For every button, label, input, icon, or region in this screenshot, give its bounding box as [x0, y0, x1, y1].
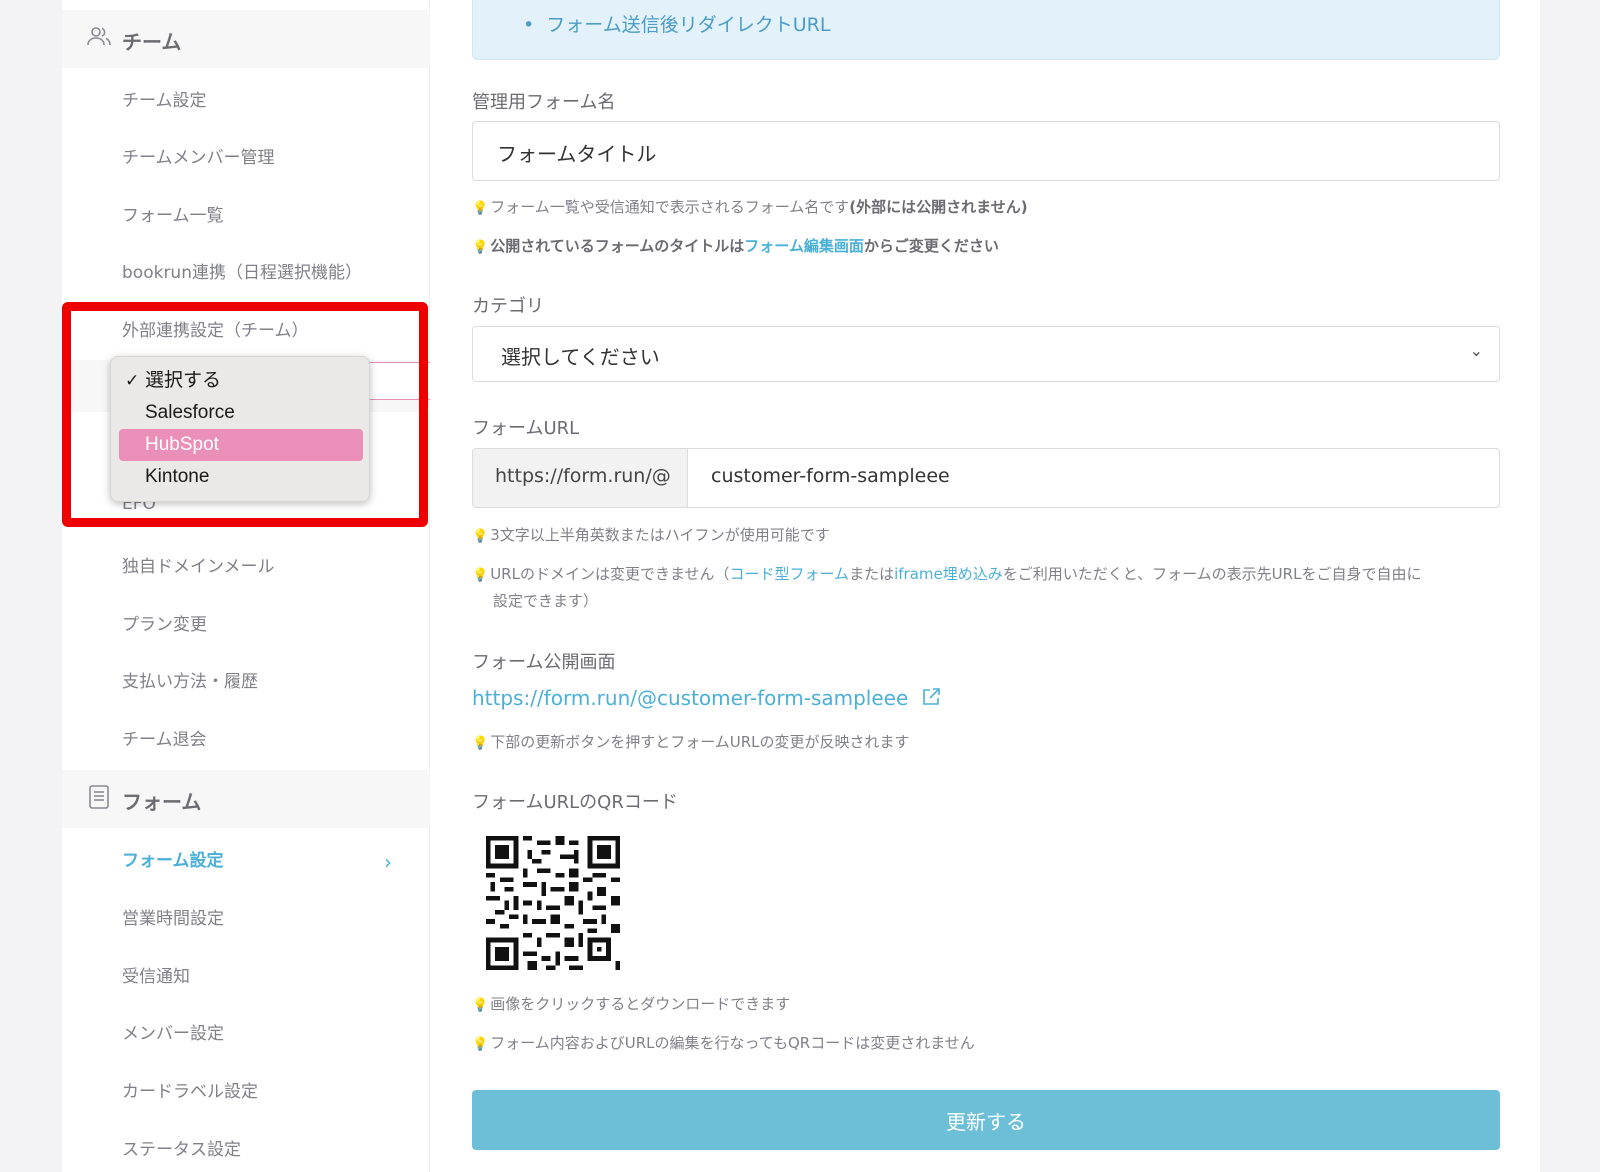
chevron-down-icon: ⌄: [1469, 341, 1483, 360]
qr-label: フォームURLのQRコード: [472, 792, 678, 813]
sidebar-item-custom-domain-mail[interactable]: 独自ドメインメール: [122, 552, 275, 577]
info-bullet: • フォーム送信後リダイレクトURL: [523, 14, 831, 36]
dropdown-option-kintone[interactable]: Kintone: [119, 461, 363, 493]
checkmark-icon: ✓: [125, 371, 140, 390]
form-edit-link[interactable]: フォーム編集画面: [744, 237, 864, 255]
sidebar-item-plan-change[interactable]: プラン変更: [122, 610, 207, 635]
sidebar-item-form-list[interactable]: フォーム一覧: [122, 201, 224, 226]
sidebar-item-payment[interactable]: 支払い方法・履歴: [122, 667, 258, 692]
form-section-title: フォーム: [122, 790, 202, 814]
info-bullet-text: フォーム送信後リダイレクトURL: [546, 14, 831, 36]
admin-form-name-value: フォームタイトル: [497, 142, 657, 166]
public-page-hint: 💡 下部の更新ボタンを押すとフォームURLの変更が反映されます: [472, 731, 910, 752]
sidebar-item-notifications[interactable]: 受信通知: [122, 962, 190, 987]
dropdown-option-label: Kintone: [145, 466, 210, 487]
public-form-link[interactable]: https://form.run/@customer-form-sampleee: [472, 686, 941, 710]
iframe-embed-link[interactable]: iframe埋め込み: [894, 565, 1003, 583]
form-url-hint-2-line2: 設定できます）: [493, 592, 599, 610]
dropdown-option-label: 選択する: [145, 370, 222, 391]
form-url-prefix: https://form.run/@: [473, 449, 688, 507]
form-url-hint-2: 💡 URLのドメインは変更できません（コード型フォームまたはiframe埋め込みを…: [472, 563, 1421, 584]
update-button[interactable]: 更新する: [472, 1090, 1500, 1150]
integration-dropdown-menu: ✓ 選択する Salesforce HubSpot Kintone: [110, 356, 370, 502]
form-url-input-group: https://form.run/@ customer-form-samplee…: [472, 448, 1500, 508]
external-link-icon: [922, 688, 940, 705]
hint-text: または: [849, 565, 895, 583]
category-label: カテゴリ: [472, 296, 544, 317]
lightbulb-icon: 💡: [472, 568, 489, 583]
document-icon: [89, 785, 109, 809]
hint-text: URLのドメインは変更できません（: [490, 565, 730, 583]
admin-form-name-hint: 💡 フォーム一覧や受信通知で表示されるフォーム名です(外部には公開されません): [472, 196, 1028, 217]
sidebar: チーム チーム設定 チームメンバー管理 フォーム一覧 bookrun連携（日程選…: [62, 0, 442, 1172]
dropdown-option-hubspot[interactable]: HubSpot: [119, 429, 363, 461]
form-url-hint-1: 💡 3文字以上半角英数またはハイフンが使用可能です: [472, 524, 830, 545]
public-page-label: フォーム公開画面: [472, 652, 616, 673]
hint-text: からご変更ください: [863, 237, 999, 255]
hint-text: 画像をクリックするとダウンロードできます: [490, 995, 791, 1013]
hint-text: 公開されているフォームのタイトルは: [490, 237, 745, 255]
lightbulb-icon: 💡: [472, 998, 489, 1013]
team-section-title: チーム: [122, 30, 182, 54]
sidebar-item-team-leave[interactable]: チーム退会: [122, 725, 207, 750]
hint-bold-text: (外部には公開されません): [849, 198, 1028, 216]
form-url-input[interactable]: customer-form-sampleee: [711, 465, 950, 487]
lightbulb-icon: 💡: [472, 736, 489, 751]
dropdown-option-label: HubSpot: [145, 434, 219, 455]
admin-form-name-input[interactable]: フォームタイトル: [472, 121, 1500, 181]
dropdown-option-label: Salesforce: [145, 402, 235, 423]
sidebar-item-bookrun[interactable]: bookrun連携（日程選択機能）: [122, 258, 362, 283]
sidebar-item-card-label[interactable]: カードラベル設定: [122, 1077, 258, 1102]
info-box: • フォーム送信後リダイレクトURL: [472, 0, 1500, 60]
form-section-header: フォーム: [62, 770, 430, 828]
lightbulb-icon: 💡: [472, 1037, 489, 1052]
hint-text: 3文字以上半角英数またはハイフンが使用可能です: [490, 526, 830, 544]
lightbulb-icon: 💡: [472, 529, 489, 544]
form-url-label: フォームURL: [472, 418, 580, 439]
public-title-hint: 💡 公開されているフォームのタイトルはフォーム編集画面からご変更ください: [472, 235, 999, 256]
team-section-header: チーム: [62, 10, 430, 68]
qr-code-image[interactable]: [486, 836, 620, 970]
sidebar-item-form-settings[interactable]: フォーム設定: [122, 846, 224, 871]
dropdown-option-salesforce[interactable]: Salesforce: [119, 397, 363, 429]
hint-text: 下部の更新ボタンを押すとフォームURLの変更が反映されます: [490, 733, 910, 751]
category-value: 選択してください: [501, 345, 660, 369]
hint-text: フォーム一覧や受信通知で表示されるフォーム名です: [490, 198, 850, 216]
dropdown-option-select[interactable]: ✓ 選択する: [119, 365, 363, 397]
hint-text: フォーム内容およびURLの編集を行なってもQRコードは変更されません: [490, 1034, 975, 1052]
code-form-link[interactable]: コード型フォーム: [730, 565, 850, 583]
public-form-url: https://form.run/@customer-form-sampleee: [472, 686, 909, 710]
lightbulb-icon: 💡: [472, 240, 489, 255]
qr-hint-1: 💡 画像をクリックするとダウンロードできます: [472, 993, 790, 1014]
sidebar-item-status[interactable]: ステータス設定: [122, 1135, 241, 1160]
qr-hint-2: 💡 フォーム内容およびURLの編集を行なってもQRコードは変更されません: [472, 1032, 975, 1053]
admin-form-name-label: 管理用フォーム名: [472, 92, 616, 113]
sidebar-item-team-settings[interactable]: チーム設定: [122, 86, 207, 111]
hint-text: をご利用いただくと、フォームの表示先URLをご自身で自由に: [1002, 565, 1422, 583]
sidebar-item-member-settings[interactable]: メンバー設定: [122, 1019, 224, 1044]
sidebar-item-business-hours[interactable]: 営業時間設定: [122, 904, 224, 929]
team-icon: [87, 27, 111, 46]
category-select[interactable]: 選択してください ⌄: [472, 326, 1500, 382]
sidebar-item-team-members[interactable]: チームメンバー管理: [122, 143, 275, 168]
chevron-right-icon: ›: [384, 850, 392, 874]
lightbulb-icon: 💡: [472, 201, 489, 216]
